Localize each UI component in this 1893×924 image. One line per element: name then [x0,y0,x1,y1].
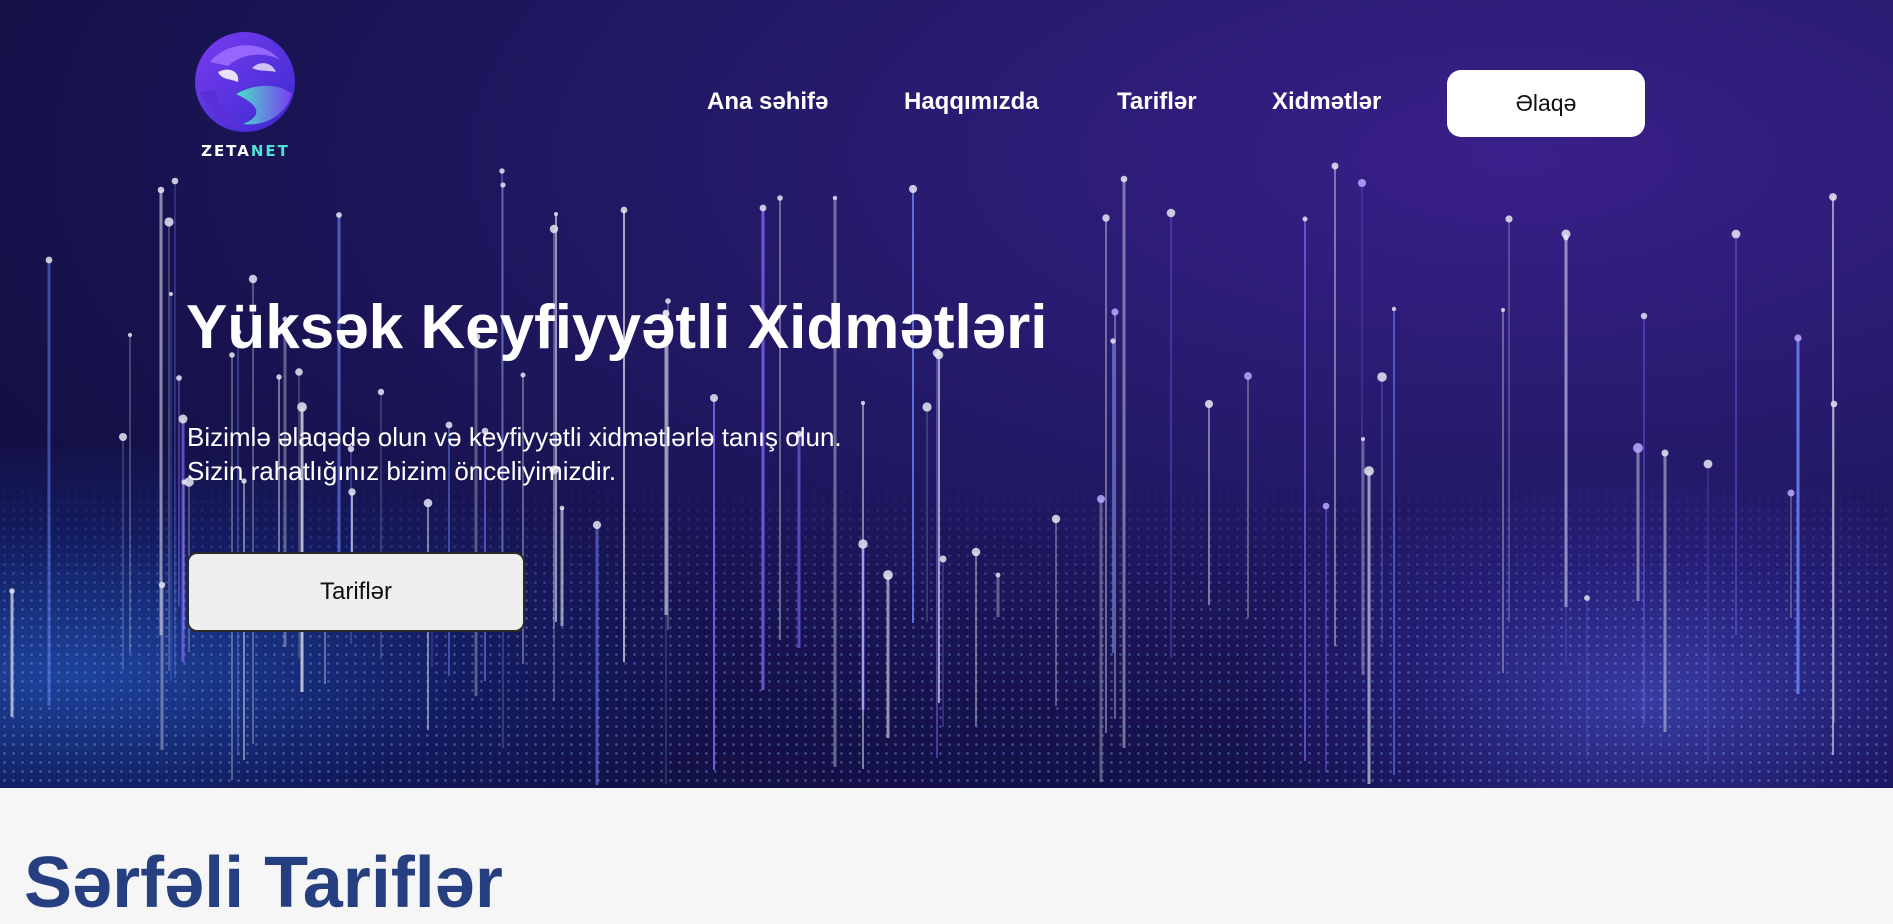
nav-item-home[interactable]: Ana səhifə [707,88,828,116]
hero-subtitle: Bizimlə əlaqədə olun və keyfiyyətli xidm… [187,420,842,488]
hero-subtitle-line-1: Bizimlə əlaqədə olun və keyfiyyətli xidm… [187,422,842,452]
hero-subtitle-line-2: Sizin rahatlığınız bizim önceliyimizdir. [187,456,617,486]
nav-item-about[interactable]: Haqqımızda [904,88,1039,116]
nav-item-tariffs[interactable]: Tariflər [1117,88,1197,116]
main-nav: Ana səhifə Haqqımızda Tariflər Xidmətlər… [0,70,1893,138]
pricing-section-title: Sərfəli Tariflər [24,843,503,923]
contact-button[interactable]: Əlaqə [1447,70,1645,137]
hero-section: ZETANET Ana səhifə Haqqımızda Tariflər X… [0,0,1893,788]
tariffs-button[interactable]: Tariflər [187,552,525,632]
hero-title: Yüksək Keyfiyyətli Xidmətləri [186,293,1048,362]
nav-item-services[interactable]: Xidmətlər [1272,88,1381,116]
brand-wordmark: ZETANET [201,142,290,160]
